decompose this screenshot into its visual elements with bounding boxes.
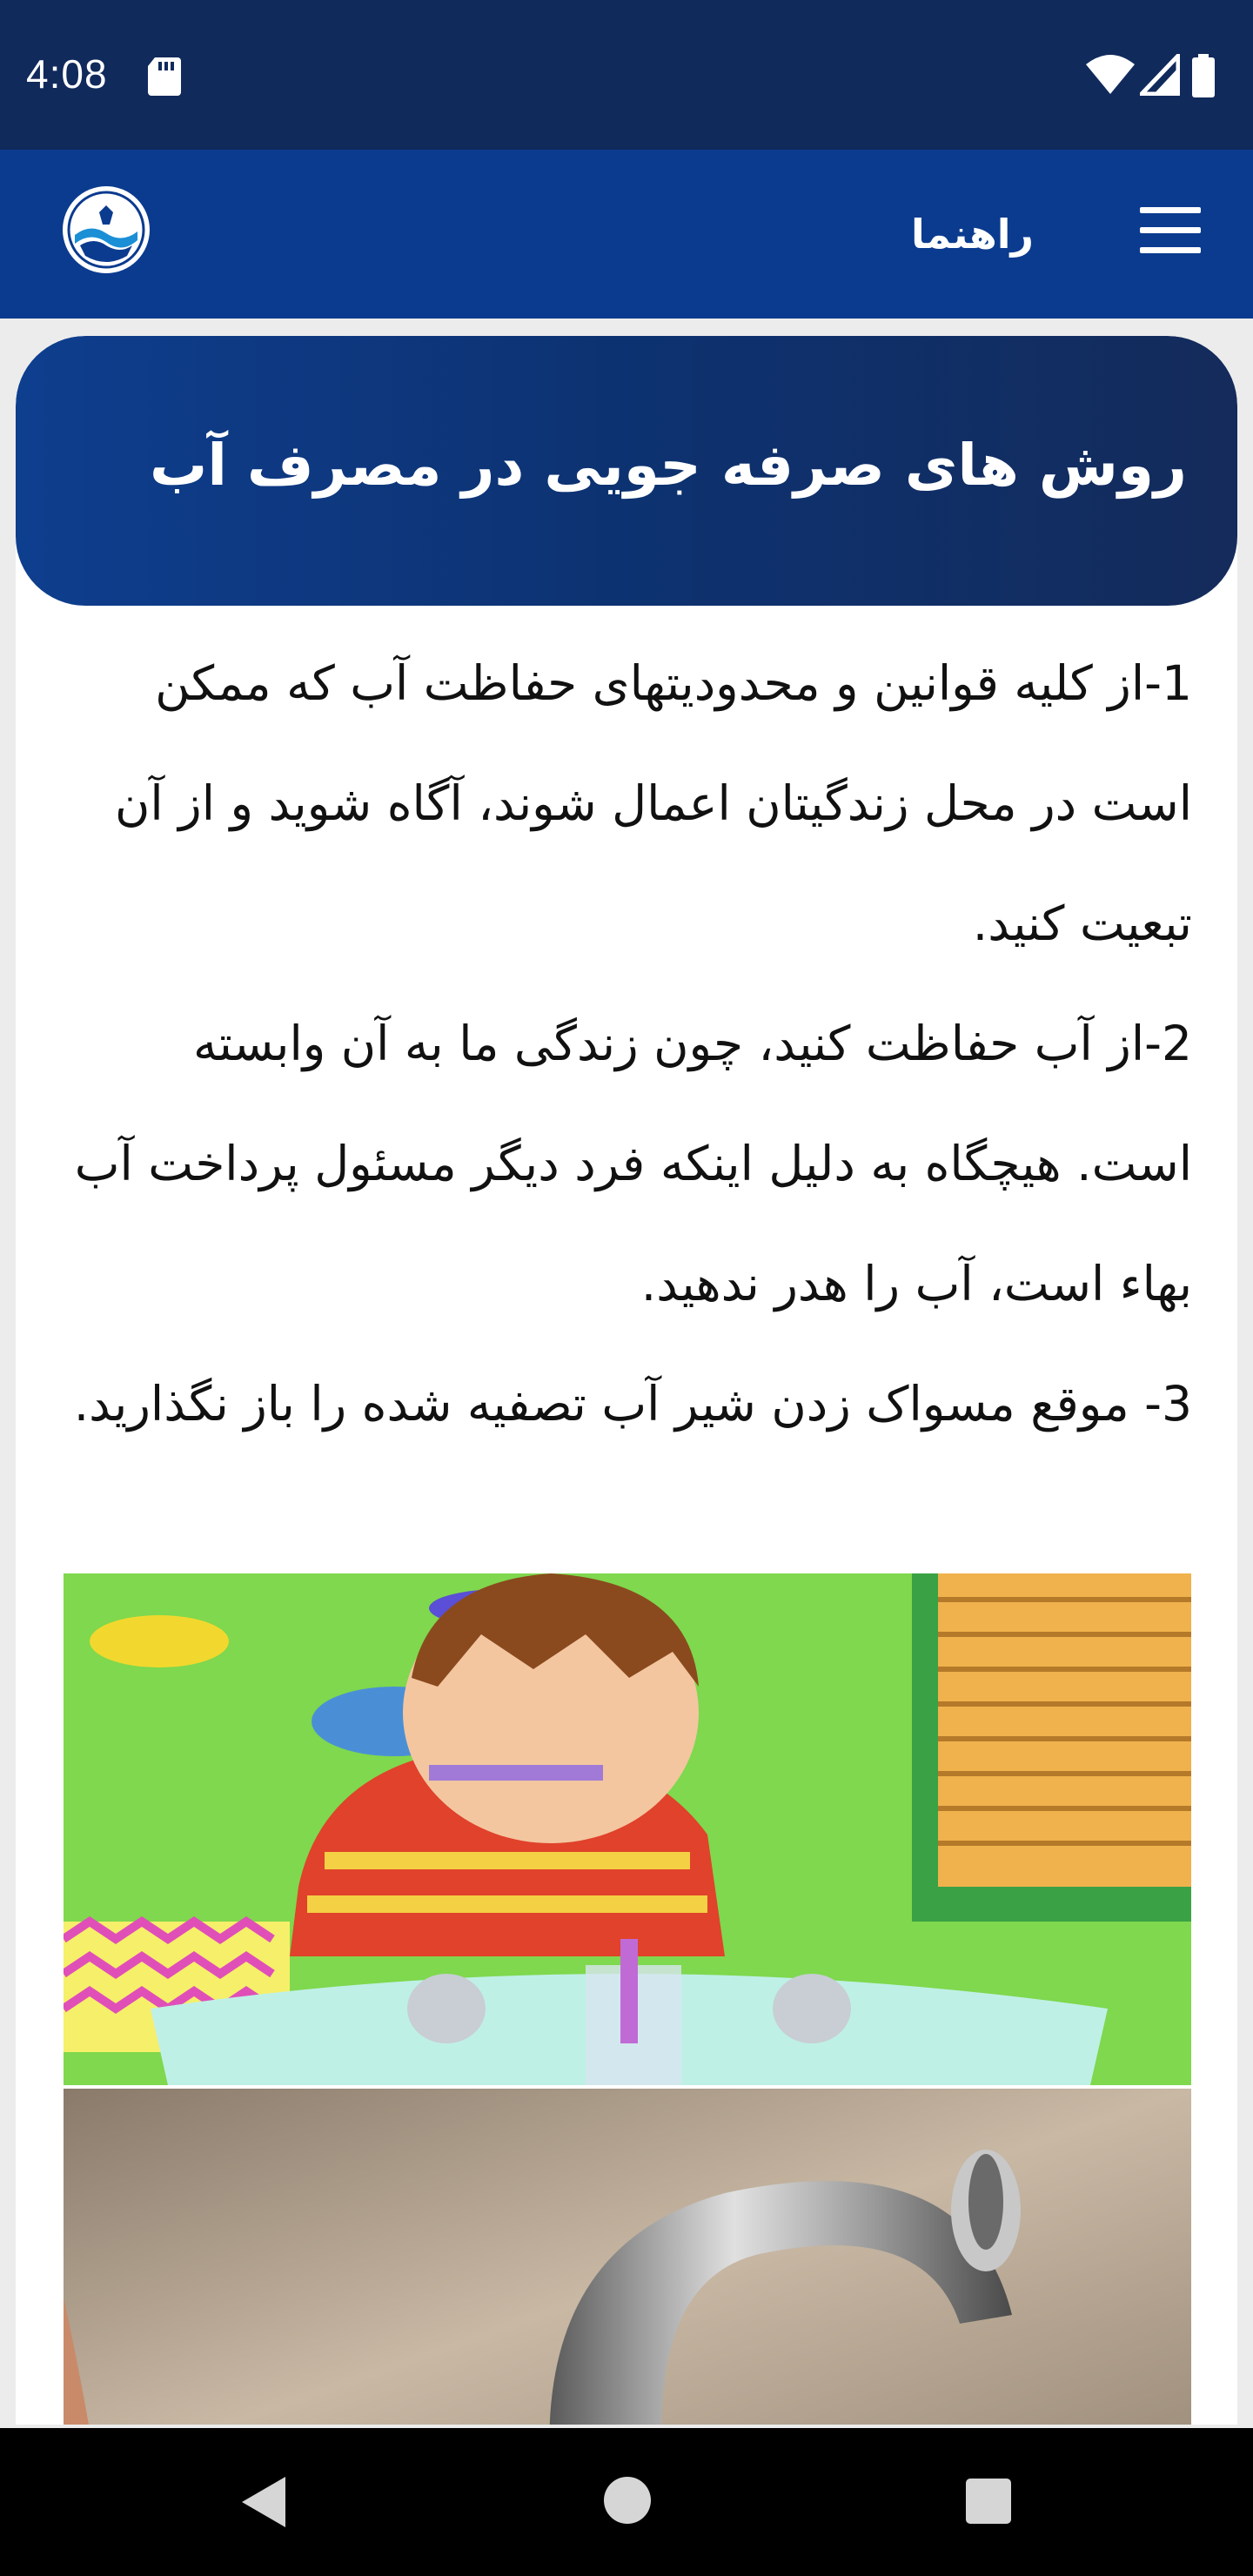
article-body: 1-از کلیه قوانین و محدودیتهای حفاظت آب ک… [64, 623, 1192, 1464]
menu-icon [1140, 207, 1201, 213]
article-title: روش های صرفه جویی در مصرف آب [150, 432, 1187, 499]
paragraph-2: 2-از آب حفاظت کنید، چون زندگی ما به آن و… [74, 1016, 1192, 1311]
wifi-icon [1086, 55, 1135, 94]
paragraph-3: 3- موقع مسواک زدن شیر آب تصفیه شده را با… [73, 1376, 1192, 1432]
cellular-signal-icon [1140, 54, 1180, 96]
faucet-photo [64, 2089, 1191, 2425]
paragraph-1: 1-از کلیه قوانین و محدودیتهای حفاظت آب ک… [115, 655, 1192, 951]
status-bar: 4:08 [0, 0, 1253, 150]
back-icon[interactable] [237, 2473, 289, 2531]
menu-button[interactable] [1140, 207, 1201, 254]
system-nav-bar [0, 2428, 1253, 2576]
app-bar: راهنما [0, 150, 1253, 319]
sd-card-icon [148, 57, 181, 96]
content-card: روش های صرفه جویی در مصرف آب 1-از کلیه ق… [16, 336, 1237, 2425]
status-icons [1086, 54, 1234, 97]
article-header: روش های صرفه جویی در مصرف آب [16, 336, 1237, 606]
toothbrushing-illustration [64, 1573, 1191, 2085]
recent-apps-icon[interactable] [966, 2479, 1011, 2524]
status-time: 4:08 [26, 51, 108, 97]
app-title: راهنما [910, 211, 1034, 258]
home-icon[interactable] [604, 2477, 651, 2524]
water-company-logo [63, 186, 150, 273]
battery-icon [1192, 54, 1215, 97]
